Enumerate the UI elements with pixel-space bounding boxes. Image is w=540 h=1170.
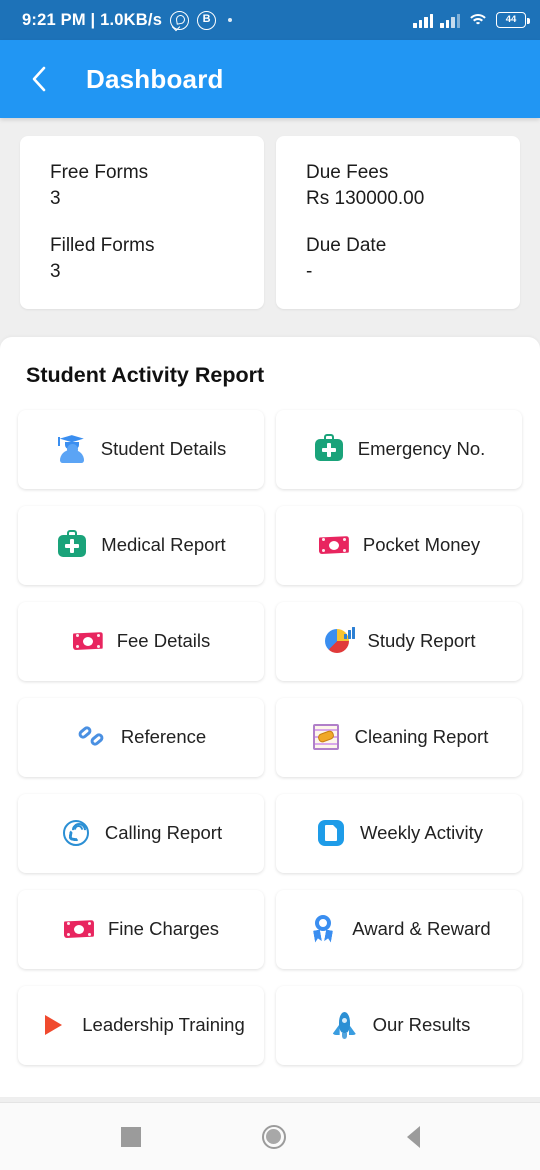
status-bar-left: 9:21 PM | 1.0KB/s B [22, 10, 233, 30]
activity-tile[interactable]: Student Details [12, 409, 270, 506]
activity-tile-button[interactable]: Medical Report [18, 505, 264, 585]
activity-tile-label: Pocket Money [362, 534, 481, 556]
free-forms-label: Free Forms [50, 162, 149, 183]
activity-tile-label: Student Details [100, 438, 227, 460]
phone-call-icon [60, 817, 92, 849]
filled-forms-value: 3 [50, 260, 61, 282]
activity-tile-button[interactable]: Award & Reward [276, 889, 522, 969]
activity-tile-button[interactable]: Calling Report [18, 793, 264, 873]
play-triangle-icon [37, 1009, 69, 1041]
due-date-value: - [306, 260, 313, 282]
activity-tile-button[interactable]: Study Report [276, 601, 522, 681]
rocket-icon [328, 1009, 360, 1041]
activity-tile-button[interactable]: Fee Details [18, 601, 264, 681]
recents-square-icon[interactable] [120, 1126, 141, 1147]
banknote-icon [72, 625, 104, 657]
due-fees-value: Rs 130000.00 [306, 187, 425, 209]
activity-tile[interactable]: Medical Report [12, 505, 270, 602]
activity-tile-label: Leadership Training [82, 1014, 245, 1036]
wifi-icon [467, 12, 489, 28]
pie-chart-icon [323, 625, 355, 657]
activity-tile[interactable]: Award & Reward [270, 889, 528, 986]
scroll-content[interactable]: Free Forms 3 Filled Forms 3 Due Fees Rs … [0, 118, 540, 1102]
activity-tile-label: Fine Charges [107, 918, 220, 940]
activity-tile-label: Reference [120, 726, 207, 748]
home-circle-icon[interactable] [261, 1124, 286, 1149]
battery-percent-label: 44 [505, 14, 517, 26]
activity-tile[interactable]: Pocket Money [270, 505, 528, 602]
activity-tile[interactable]: Weekly Activity [270, 793, 528, 890]
status-time-and-speed: 9:21 PM | 1.0KB/s [22, 10, 163, 29]
status-bar: 9:21 PM | 1.0KB/s B 44 [0, 0, 540, 40]
banknote-icon [63, 913, 95, 945]
android-navigation-bar [0, 1102, 540, 1170]
activity-tile[interactable]: Fee Details [12, 601, 270, 698]
student-activity-panel: Student Activity Report Student Details E… [0, 336, 540, 1097]
due-fees-label: Due Fees [306, 162, 389, 183]
back-triangle-icon[interactable] [406, 1125, 420, 1148]
phone-screen: 9:21 PM | 1.0KB/s B 44 Dashboard Free Fo… [0, 0, 540, 1170]
activity-tile[interactable]: Emergency No. [270, 409, 528, 506]
whatsapp-icon [170, 10, 190, 30]
chevron-left-icon [32, 66, 46, 92]
free-forms-value: 3 [50, 187, 61, 209]
activity-tile-label: Award & Reward [352, 918, 491, 940]
activity-tile-label: Emergency No. [357, 438, 486, 460]
activity-tile[interactable]: Calling Report [12, 793, 270, 890]
link-icon [76, 721, 108, 753]
cleaning-notepad-icon [310, 721, 342, 753]
activity-tile-button[interactable]: Fine Charges [18, 889, 264, 969]
back-button[interactable] [22, 62, 56, 96]
signal-bars-icon [413, 12, 433, 28]
activity-tile-button[interactable]: Leadership Training [18, 985, 264, 1065]
activity-tile[interactable]: Cleaning Report [270, 697, 528, 794]
forms-summary-card[interactable]: Free Forms 3 Filled Forms 3 [20, 136, 264, 309]
activity-tile-grid: Student Details Emergency No. Medical Repo… [12, 409, 528, 1082]
activity-tile-label: Medical Report [101, 534, 226, 556]
activity-tile[interactable]: Study Report [270, 601, 528, 698]
activity-tile-button[interactable]: Our Results [276, 985, 522, 1065]
award-ribbon-icon [307, 913, 339, 945]
medical-bag-icon [56, 529, 88, 561]
book-icon [315, 817, 347, 849]
activity-tile-button[interactable]: Pocket Money [276, 505, 522, 585]
activity-tile[interactable]: Our Results [270, 985, 528, 1082]
status-bar-right: 44 [413, 12, 530, 28]
filled-forms-label: Filled Forms [50, 235, 155, 257]
activity-tile-label: Our Results [372, 1014, 471, 1036]
activity-tile-label: Weekly Activity [359, 822, 484, 844]
activity-tile-label: Calling Report [104, 822, 223, 844]
activity-tile[interactable]: Leadership Training [12, 985, 270, 1082]
activity-tile-button[interactable]: Student Details [18, 409, 264, 489]
activity-tile-button[interactable]: Weekly Activity [276, 793, 522, 873]
activity-tile-button[interactable]: Emergency No. [276, 409, 522, 489]
medical-bag-icon [313, 433, 345, 465]
signal-bars-secondary-icon [440, 12, 460, 28]
more-notifications-dot-icon [228, 18, 233, 22]
activity-tile-button[interactable]: Cleaning Report [276, 697, 522, 777]
fees-summary-card[interactable]: Due Fees Rs 130000.00 Due Date - [276, 136, 520, 309]
activity-tile-label: Study Report [367, 630, 476, 652]
activity-tile-label: Fee Details [116, 630, 211, 652]
activity-tile-button[interactable]: Reference [18, 697, 264, 777]
page-title: Dashboard [86, 63, 224, 94]
graduate-icon [56, 433, 88, 465]
panel-title: Student Activity Report [26, 362, 265, 387]
activity-tile-label: Cleaning Report [354, 726, 489, 748]
app-bar: Dashboard [0, 40, 540, 118]
due-date-label: Due Date [306, 235, 387, 257]
b-notification-icon: B [197, 10, 217, 30]
summary-cards-row: Free Forms 3 Filled Forms 3 Due Fees Rs … [0, 136, 540, 309]
activity-tile[interactable]: Fine Charges [12, 889, 270, 986]
battery-icon: 44 [496, 12, 530, 28]
banknote-icon [318, 529, 350, 561]
activity-tile[interactable]: Reference [12, 697, 270, 794]
